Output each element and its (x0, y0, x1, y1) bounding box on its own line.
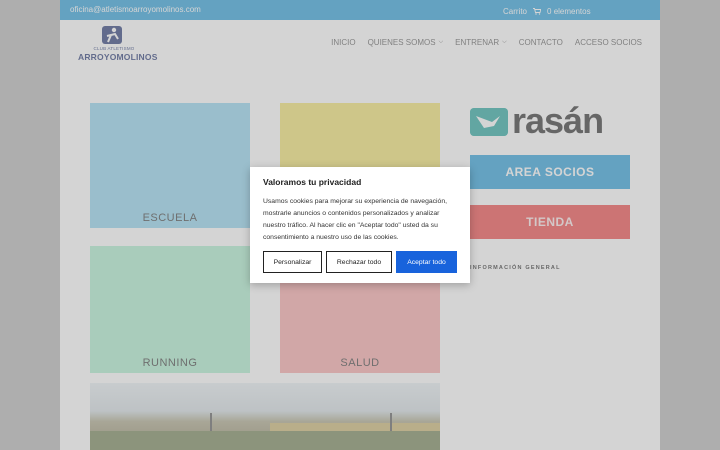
cookie-buttons: Personalizar Rechazar todo Aceptar todo (263, 251, 457, 273)
reject-all-button[interactable]: Rechazar todo (326, 251, 392, 273)
customize-button[interactable]: Personalizar (263, 251, 322, 273)
cookie-title: Valoramos tu privacidad (263, 177, 362, 187)
accept-all-button[interactable]: Aceptar todo (396, 251, 457, 273)
cookie-text: Usamos cookies para mejorar su experienc… (263, 198, 447, 241)
cookie-consent-dialog: Valoramos tu privacidad Usamos cookies p… (250, 167, 470, 283)
